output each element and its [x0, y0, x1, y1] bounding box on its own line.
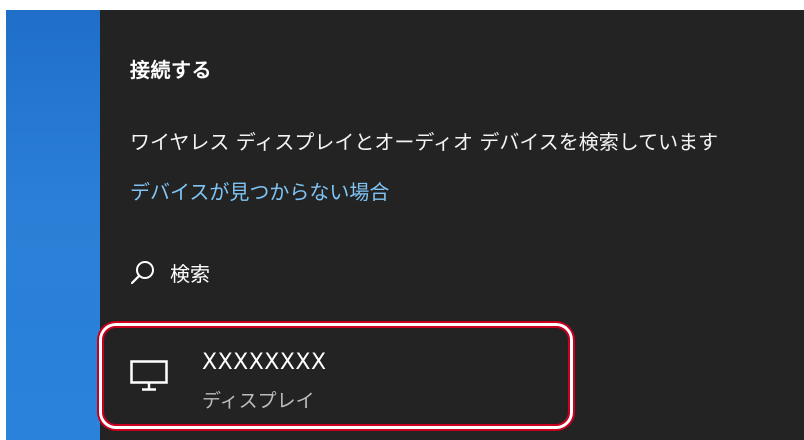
panel-title: 接続する [130, 58, 212, 82]
search-button[interactable]: 検索 [130, 258, 210, 286]
device-name: XXXXXXXX [202, 350, 327, 375]
device-list-item[interactable]: XXXXXXXX ディスプレイ [102, 326, 570, 426]
search-icon [130, 261, 154, 285]
search-label: 検索 [170, 261, 210, 286]
searching-status-text: ワイヤレス ディスプレイとオーディオ デバイスを検索しています [130, 130, 719, 154]
device-type: ディスプレイ [202, 390, 315, 412]
monitor-icon [130, 360, 168, 391]
connect-panel: 接続する ワイヤレス ディスプレイとオーディオ デバイスを検索しています デバイ… [100, 10, 804, 440]
connect-flyout: 接続する ワイヤレス ディスプレイとオーディオ デバイスを検索しています デバイ… [6, 10, 804, 440]
device-not-found-help-link[interactable]: デバイスが見つからない場合 [130, 176, 389, 205]
desktop-background-strip [6, 10, 100, 440]
